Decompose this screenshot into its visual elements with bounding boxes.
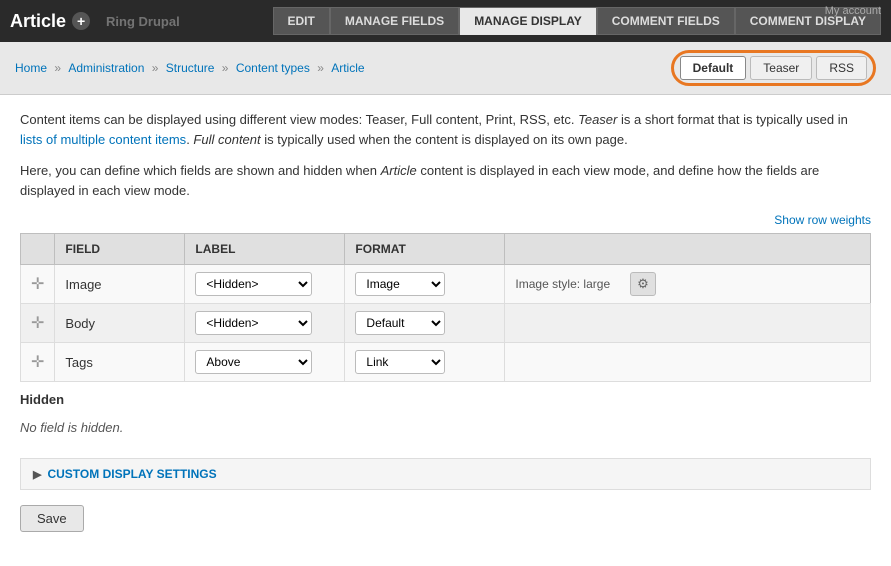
nav-tabs: EDIT MANAGE FIELDS MANAGE DISPLAY COMMEN… xyxy=(273,7,882,35)
arrow-icon: ▶ xyxy=(33,468,41,481)
extra-cell-image: Image style: large ⚙ xyxy=(505,265,870,303)
add-content-icon[interactable]: + xyxy=(72,12,90,30)
format-cell-body: Default Plain text Trimmed Hidden xyxy=(345,304,505,343)
description-1: Content items can be displayed using dif… xyxy=(20,110,871,149)
save-section: Save xyxy=(20,505,871,532)
label-cell-image: <Hidden> Above Inline Visually Hidden xyxy=(185,265,345,304)
page-title: Article + Ring Drupal xyxy=(10,11,180,32)
field-name-image: Image xyxy=(55,265,185,304)
drag-handle-cell: ✛ xyxy=(21,265,55,304)
table-header-row: FIELD LABEL FORMAT xyxy=(21,234,871,265)
table-row: ✛ Image <Hidden> Above Inline Visually H… xyxy=(21,265,871,304)
row-weights-container: Show row weights xyxy=(20,212,871,227)
my-account-link[interactable]: My account xyxy=(825,5,881,17)
show-row-weights-link[interactable]: Show row weights xyxy=(774,213,871,227)
view-modes: Default Teaser RSS xyxy=(671,50,876,86)
breadcrumb-content-types[interactable]: Content types xyxy=(236,61,310,75)
drag-handle-cell: ✛ xyxy=(21,343,55,382)
drag-handle-icon[interactable]: ✛ xyxy=(31,276,44,293)
format-select-tags[interactable]: Link Plain text Hidden xyxy=(355,350,445,374)
format-cell-image: Image Hidden xyxy=(345,265,505,304)
description-2: Here, you can define which fields are sh… xyxy=(20,161,871,200)
breadcrumb-home[interactable]: Home xyxy=(15,61,47,75)
format-select-body[interactable]: Default Plain text Trimmed Hidden xyxy=(355,311,445,335)
label-select-tags[interactable]: <Hidden> Above Inline Visually Hidden xyxy=(195,350,312,374)
field-name-body: Body xyxy=(55,304,185,343)
tab-edit[interactable]: EDIT xyxy=(273,7,330,35)
drag-handle-icon[interactable]: ✛ xyxy=(31,315,44,332)
save-button[interactable]: Save xyxy=(20,505,84,532)
th-extra xyxy=(505,234,871,265)
fields-table: FIELD LABEL FORMAT ✛ Image <Hidden> Abov… xyxy=(20,233,871,382)
image-style-text: Image style: large xyxy=(515,277,610,291)
main-content: Content items can be displayed using dif… xyxy=(0,95,891,547)
tab-manage-display[interactable]: MANAGE DISPLAY xyxy=(459,7,597,35)
breadcrumb-structure[interactable]: Structure xyxy=(166,61,215,75)
format-cell-tags: Link Plain text Hidden xyxy=(345,343,505,382)
header: Article + Ring Drupal EDIT MANAGE FIELDS… xyxy=(0,0,891,42)
label-cell-body: <Hidden> Above Inline Visually Hidden xyxy=(185,304,345,343)
view-mode-rss[interactable]: RSS xyxy=(816,56,867,80)
label-select-image[interactable]: <Hidden> Above Inline Visually Hidden xyxy=(195,272,312,296)
th-field: FIELD xyxy=(55,234,185,265)
drag-handle-icon[interactable]: ✛ xyxy=(31,354,44,371)
drag-handle-cell: ✛ xyxy=(21,304,55,343)
view-mode-default[interactable]: Default xyxy=(680,56,747,80)
gear-button-image[interactable]: ⚙ xyxy=(630,272,656,296)
lists-link[interactable]: lists of multiple content items xyxy=(20,132,186,147)
label-select-body[interactable]: <Hidden> Above Inline Visually Hidden xyxy=(195,311,312,335)
field-name-tags: Tags xyxy=(55,343,185,382)
hidden-section: Hidden No field is hidden. xyxy=(20,392,871,443)
breadcrumb-article[interactable]: Article xyxy=(331,61,364,75)
format-select-image[interactable]: Image Hidden xyxy=(355,272,445,296)
custom-display-settings: ▶ CUSTOM DISPLAY SETTINGS xyxy=(20,458,871,490)
th-drag xyxy=(21,234,55,265)
th-label: LABEL xyxy=(185,234,345,265)
table-row: ✛ Tags <Hidden> Above Inline Visually Hi… xyxy=(21,343,871,382)
extra-cell-tags xyxy=(505,343,871,382)
breadcrumb: Home » Administration » Structure » Cont… xyxy=(15,61,365,75)
custom-display-header[interactable]: ▶ CUSTOM DISPLAY SETTINGS xyxy=(21,459,870,489)
th-format: FORMAT xyxy=(345,234,505,265)
article-title: Article xyxy=(10,11,66,32)
view-modes-group: Default Teaser RSS xyxy=(671,50,876,86)
label-cell-tags: <Hidden> Above Inline Visually Hidden xyxy=(185,343,345,382)
hidden-title: Hidden xyxy=(20,392,871,407)
tab-manage-fields[interactable]: MANAGE FIELDS xyxy=(330,7,459,35)
custom-display-link[interactable]: CUSTOM DISPLAY SETTINGS xyxy=(47,467,216,481)
breadcrumb-administration[interactable]: Administration xyxy=(68,61,144,75)
view-mode-teaser[interactable]: Teaser xyxy=(750,56,812,80)
breadcrumb-bar: Home » Administration » Structure » Cont… xyxy=(0,42,891,95)
table-row: ✛ Body <Hidden> Above Inline Visually Hi… xyxy=(21,304,871,343)
tab-comment-fields[interactable]: COMMENT FIELDS xyxy=(597,7,735,35)
extra-cell-body xyxy=(505,304,871,343)
drupal-logo: Ring Drupal xyxy=(106,14,180,29)
hidden-empty-text: No field is hidden. xyxy=(20,412,871,443)
